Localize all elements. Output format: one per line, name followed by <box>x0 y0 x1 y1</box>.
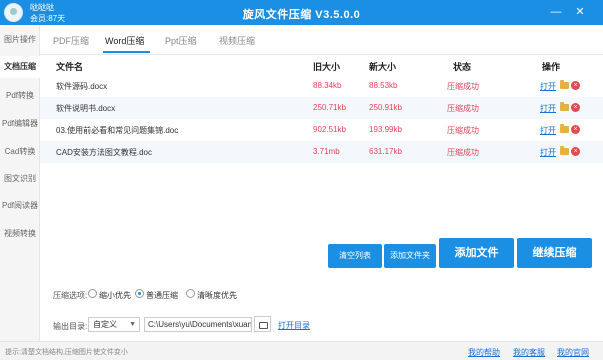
open-link[interactable]: 打开 <box>540 147 556 158</box>
radio-label: 清晰度优先 <box>197 291 237 300</box>
status-text: 压缩成功 <box>447 104 479 113</box>
table-row[interactable]: 软件说明书.docx 250.71kb 250.91kb 压缩成功 打开 × <box>40 97 603 119</box>
tab-ppt-compress[interactable]: Ppt压缩 <box>165 34 197 47</box>
service-link[interactable]: 我的客服 <box>513 347 545 358</box>
new-size: 631.17kb <box>369 147 402 156</box>
tab-word-compress[interactable]: Word压缩 <box>105 34 144 47</box>
new-size: 88.53kb <box>369 81 398 90</box>
add-folder-button[interactable]: 添加文件夹 <box>384 244 436 268</box>
status-tip: 提示:清楚文档结构,压缩图片使文件变小 <box>5 349 128 356</box>
table-row[interactable]: CAD安装方法图文教程.doc 3.71mb 631.17kb 压缩成功 打开 … <box>40 141 603 163</box>
delete-icon[interactable]: × <box>571 103 580 112</box>
chevron-down-icon: ▼ <box>129 321 136 328</box>
new-size: 193.99kb <box>369 125 402 134</box>
folder-icon[interactable] <box>560 124 569 133</box>
header-new-size: 新大小 <box>369 62 397 72</box>
file-name: CAD安装方法图文教程.doc <box>56 148 153 157</box>
minimize-icon[interactable]: — <box>548 4 564 20</box>
output-path-field[interactable]: C:\Users\yu\Documents\xuanfeng <box>144 317 252 332</box>
sidebar-item-image[interactable]: 图片操作 <box>0 29 40 51</box>
delete-icon[interactable]: × <box>571 125 580 134</box>
add-file-button[interactable]: 添加文件 <box>439 238 514 268</box>
table-row[interactable]: 03.使用前必看和常见问题集锦.doc 902.51kb 193.99kb 压缩… <box>40 119 603 141</box>
old-size: 902.51kb <box>313 125 346 134</box>
radio-normal[interactable] <box>135 289 144 298</box>
radio-label: 普通压缩 <box>146 291 178 300</box>
sidebar-item-pdf-editor[interactable]: Pdf编辑器 <box>0 113 40 135</box>
open-directory-link[interactable]: 打开目录 <box>278 320 310 331</box>
header-status: 状态 <box>453 62 472 72</box>
website-link[interactable]: 我的官网 <box>557 347 589 358</box>
sidebar-item-ocr[interactable]: 图文识别 <box>0 168 40 190</box>
continue-compress-button[interactable]: 继续压缩 <box>517 238 592 268</box>
tab-pdf-compress[interactable]: PDF压缩 <box>53 34 89 47</box>
sidebar-item-pdf-reader[interactable]: Pdf阅读器 <box>0 195 40 217</box>
compress-options-label: 压缩选项: <box>53 291 88 300</box>
file-name: 软件源码.docx <box>56 82 108 91</box>
help-link[interactable]: 我的帮助 <box>468 347 500 358</box>
sidebar-item-cad-convert[interactable]: Cad转换 <box>0 141 40 163</box>
sidebar-item-doc-compress[interactable]: 文档压缩 <box>0 56 40 78</box>
old-size: 88.34kb <box>313 81 342 90</box>
app-title: 旋风文件压缩 V3.5.0.0 <box>242 9 361 21</box>
delete-icon[interactable]: × <box>571 147 580 156</box>
output-mode-select[interactable]: 自定义 ▼ <box>88 317 140 332</box>
sidebar: 图片操作 文档压缩 Pdf转换 Pdf编辑器 Cad转换 图文识别 Pdf阅读器… <box>0 25 40 341</box>
old-size: 3.71mb <box>313 147 340 156</box>
radio-clarity-first[interactable] <box>186 289 195 298</box>
open-link[interactable]: 打开 <box>540 81 556 92</box>
sidebar-item-pdf-convert[interactable]: Pdf转换 <box>0 85 40 107</box>
folder-icon[interactable] <box>560 102 569 111</box>
browse-folder-icon[interactable] <box>254 316 271 332</box>
radio-label: 缩小优先 <box>99 291 131 300</box>
status-bar: 提示:清楚文档结构,压缩图片使文件变小 我的帮助 我的客服 我的官网 <box>0 341 603 360</box>
output-mode-value: 自定义 <box>93 320 117 329</box>
active-tab-indicator <box>103 51 150 53</box>
radio-shrink-first[interactable] <box>88 289 97 298</box>
folder-icon[interactable] <box>560 146 569 155</box>
clear-list-button[interactable]: 清空列表 <box>328 244 382 268</box>
status-text: 压缩成功 <box>447 82 479 91</box>
old-size: 250.71kb <box>313 103 346 112</box>
header-old-size: 旧大小 <box>313 62 341 72</box>
file-table: 文件名 旧大小 新大小 状态 操作 软件源码.docx 88.34kb 88.5… <box>40 55 603 265</box>
header-name: 文件名 <box>56 62 84 72</box>
output-dir-label: 输出目录: <box>53 322 88 331</box>
status-text: 压缩成功 <box>447 148 479 157</box>
file-name: 03.使用前必看和常见问题集锦.doc <box>56 126 179 135</box>
status-text: 压缩成功 <box>447 126 479 135</box>
header-actions: 操作 <box>542 62 561 72</box>
delete-icon[interactable]: × <box>571 81 580 90</box>
open-link[interactable]: 打开 <box>540 125 556 136</box>
tab-video-compress[interactable]: 视频压缩 <box>219 34 255 47</box>
open-link[interactable]: 打开 <box>540 103 556 114</box>
sidebar-item-video-convert[interactable]: 视频转换 <box>0 223 40 245</box>
file-name: 软件说明书.docx <box>56 104 116 113</box>
close-icon[interactable]: ✕ <box>572 4 588 20</box>
new-size: 250.91kb <box>369 103 402 112</box>
table-row[interactable]: 软件源码.docx 88.34kb 88.53kb 压缩成功 打开 × <box>40 75 603 97</box>
folder-icon[interactable] <box>560 80 569 89</box>
title-bar: 哒哒哒 会员:87天 旋风文件压缩 V3.5.0.0 — ✕ <box>0 0 603 25</box>
